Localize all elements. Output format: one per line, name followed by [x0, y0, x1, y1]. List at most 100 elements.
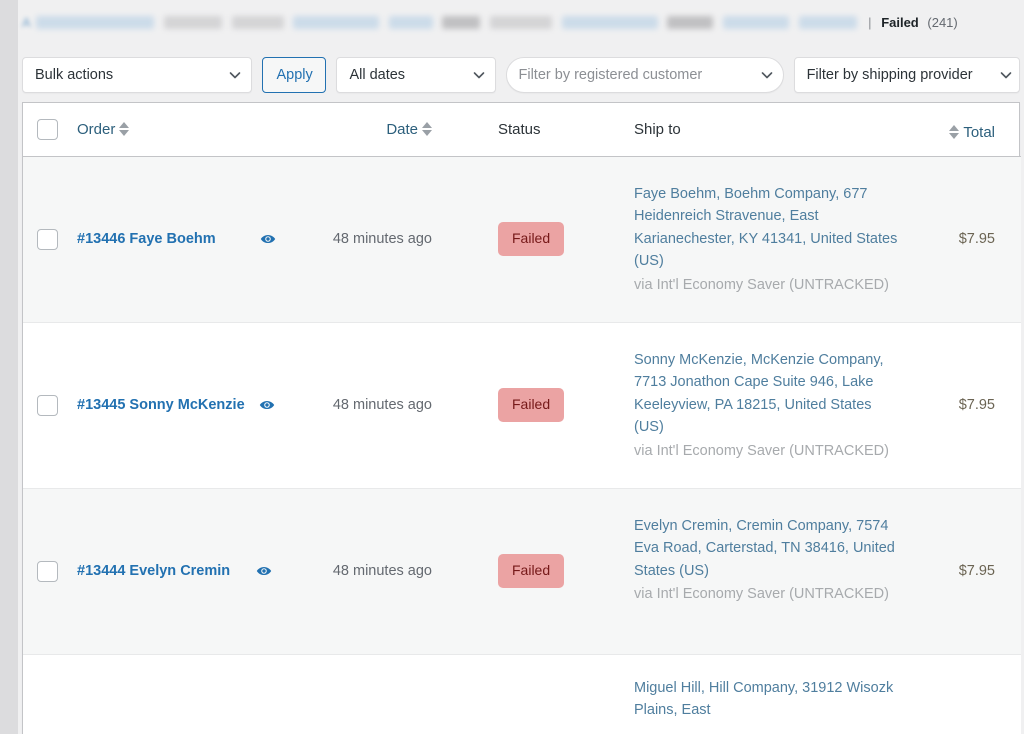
column-header-total-label[interactable]: Total: [963, 124, 995, 141]
row-date-cell: [321, 654, 459, 734]
ship-to-address[interactable]: Faye Boehm, Boehm Company, 677 Heidenrei…: [634, 183, 898, 273]
row-checkbox[interactable]: [36, 560, 58, 582]
row-checkbox[interactable]: [36, 228, 58, 250]
table-row: #13444 Evelyn Cremin 48 minutes ago Fail…: [23, 488, 1021, 654]
row-ship-to-cell: Evelyn Cremin, Cremin Company, 7574 Eva …: [619, 488, 904, 654]
row-status-cell: Failed: [459, 322, 619, 488]
order-status-links: A | Failed (241): [18, 0, 1024, 48]
row-order-cell: #13446 Faye Boehm: [71, 156, 321, 322]
orders-page: A | Failed (241) Bulk actions Apply All …: [18, 0, 1024, 734]
order-total: $7.95: [958, 231, 995, 247]
redacted-status-link[interactable]: [388, 16, 433, 30]
column-header-total[interactable]: Total: [904, 103, 1021, 157]
ship-to-method: via Int'l Economy Saver (UNTRACKED): [634, 276, 889, 293]
status-badge[interactable]: Failed: [498, 222, 565, 256]
redacted-status-link[interactable]: [561, 16, 658, 30]
redacted-status-link[interactable]: [490, 16, 553, 30]
row-total-cell: $7.95: [904, 322, 1021, 488]
order-link[interactable]: #13444 Evelyn Cremin: [77, 563, 230, 579]
row-date-cell: 48 minutes ago: [321, 488, 459, 654]
column-header-status: Status: [459, 103, 619, 157]
row-date-cell: 48 minutes ago: [321, 156, 459, 322]
redacted-status-link[interactable]: [798, 16, 857, 30]
row-select-cell: [23, 322, 71, 488]
bulk-actions-select[interactable]: Bulk actions: [22, 57, 253, 93]
status-link-failed[interactable]: Failed: [881, 15, 919, 30]
row-status-cell: [459, 654, 619, 734]
chevron-down-icon: [473, 69, 484, 80]
ship-to-address[interactable]: Evelyn Cremin, Cremin Company, 7574 Eva …: [634, 515, 898, 583]
redacted-status-link[interactable]: [36, 16, 155, 30]
eye-icon[interactable]: [258, 229, 278, 249]
order-link[interactable]: #13445 Sonny McKenzie: [77, 397, 245, 413]
sort-arrows-icon[interactable]: [422, 122, 432, 137]
status-link-all-redacted[interactable]: A: [22, 15, 31, 30]
column-header-order-label[interactable]: Order: [77, 121, 115, 138]
select-all-header: [23, 103, 71, 157]
row-total-cell: [904, 654, 1021, 734]
status-badge[interactable]: Failed: [498, 388, 565, 422]
order-date: 48 minutes ago: [332, 231, 432, 247]
row-select-cell: [23, 156, 71, 322]
ship-to-address[interactable]: Sonny McKenzie, McKenzie Company, 7713 J…: [634, 349, 898, 439]
select-all-checkbox[interactable]: [36, 118, 58, 140]
column-header-ship-to: Ship to: [619, 103, 904, 157]
redacted-status-link[interactable]: [442, 16, 481, 30]
table-row: Miguel Hill, Hill Company, 31912 Wisozk …: [23, 654, 1021, 734]
row-order-cell: [71, 654, 321, 734]
row-ship-to-cell: Faye Boehm, Boehm Company, 677 Heidenrei…: [619, 156, 904, 322]
row-ship-to-cell: Sonny McKenzie, McKenzie Company, 7713 J…: [619, 322, 904, 488]
customer-filter-placeholder: Filter by registered customer: [518, 67, 703, 83]
shipping-provider-filter-label: Filter by shipping provider: [806, 67, 973, 83]
row-order-cell: #13444 Evelyn Cremin: [71, 488, 321, 654]
apply-button[interactable]: Apply: [262, 57, 327, 93]
status-link-failed-count: (241): [927, 15, 958, 31]
redacted-status-link[interactable]: [231, 16, 284, 30]
column-header-date[interactable]: Date: [321, 103, 459, 157]
redacted-status-link[interactable]: [667, 16, 714, 30]
row-select-cell: [23, 654, 71, 734]
table-header-row: Order Date Status Ship to Total: [23, 103, 1021, 157]
table-nav-top: Bulk actions Apply All dates Filter by r…: [18, 48, 1024, 102]
row-status-cell: Failed: [459, 488, 619, 654]
column-header-order[interactable]: Order: [71, 103, 321, 157]
order-total: $7.95: [958, 563, 995, 579]
status-badge[interactable]: Failed: [498, 554, 565, 588]
eye-icon[interactable]: [257, 395, 277, 415]
row-total-cell: $7.95: [904, 156, 1021, 322]
row-total-cell: $7.95: [904, 488, 1021, 654]
table-row: #13445 Sonny McKenzie 48 minutes ago Fai…: [23, 322, 1021, 488]
bulk-actions-label: Bulk actions: [35, 67, 114, 83]
redacted-status-link[interactable]: [163, 16, 222, 30]
column-header-status-label: Status: [498, 120, 541, 138]
customer-filter-select[interactable]: Filter by registered customer: [505, 57, 784, 93]
redacted-status-link[interactable]: [722, 16, 789, 30]
order-total: $7.95: [958, 397, 995, 413]
order-link[interactable]: #13446 Faye Boehm: [77, 231, 216, 247]
row-ship-to-cell: Miguel Hill, Hill Company, 31912 Wisozk …: [619, 654, 904, 734]
redacted-status-link[interactable]: [293, 16, 380, 30]
orders-table: Order Date Status Ship to Total #13446 F…: [22, 102, 1021, 734]
row-checkbox[interactable]: [36, 394, 58, 416]
row-select-cell: [23, 488, 71, 654]
table-row: #13446 Faye Boehm 48 minutes ago Failed …: [23, 156, 1021, 322]
chevron-down-icon: [1000, 69, 1012, 80]
row-order-cell: #13445 Sonny McKenzie: [71, 322, 321, 488]
date-filter-select[interactable]: All dates: [336, 57, 496, 93]
sort-arrows-icon[interactable]: [949, 125, 960, 139]
chevron-down-icon: [229, 69, 241, 80]
sort-arrows-icon[interactable]: [119, 122, 130, 137]
date-filter-label: All dates: [349, 67, 406, 83]
column-header-ship-to-label: Ship to: [634, 120, 681, 138]
orders-table-head: Order Date Status Ship to Total: [23, 103, 1021, 157]
ship-to-address[interactable]: Miguel Hill, Hill Company, 31912 Wisozk …: [634, 677, 898, 722]
ship-to-method: via Int'l Economy Saver (UNTRACKED): [634, 586, 889, 602]
row-status-cell: Failed: [459, 156, 619, 322]
status-link-separator: |: [868, 15, 872, 31]
eye-icon[interactable]: [254, 561, 274, 581]
admin-menu-gutter: [0, 0, 18, 734]
ship-to-method: via Int'l Economy Saver (UNTRACKED): [634, 442, 889, 459]
column-header-date-label[interactable]: Date: [386, 121, 418, 138]
shipping-provider-filter-select[interactable]: Filter by shipping provider: [793, 57, 1020, 93]
chevron-down-icon: [761, 69, 772, 80]
